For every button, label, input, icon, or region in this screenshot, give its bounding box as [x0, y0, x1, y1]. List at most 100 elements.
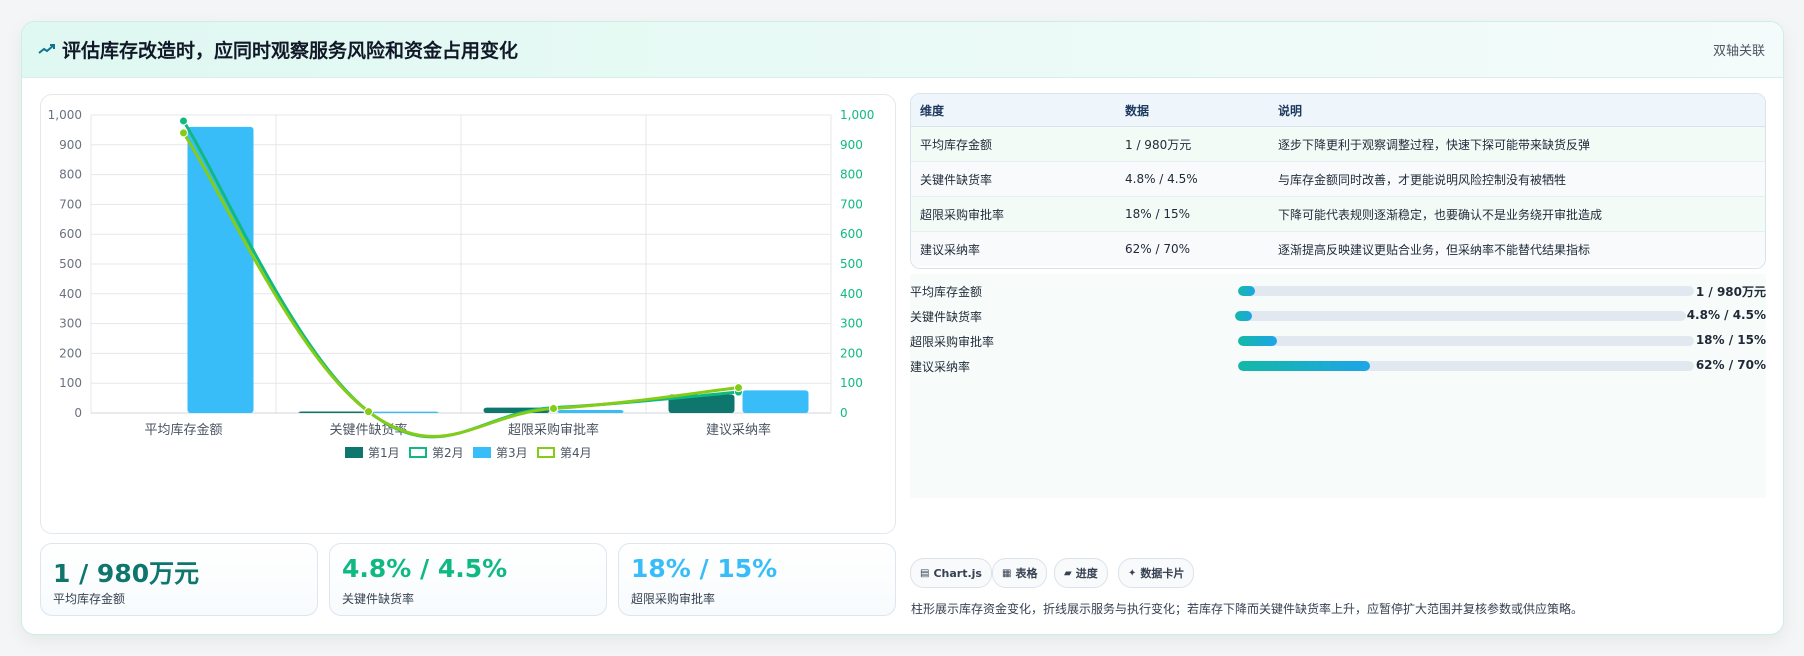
chip-label: 表格	[1015, 567, 1038, 580]
line-point	[734, 383, 743, 393]
y-left-tick-label: 0	[74, 406, 82, 420]
progress-fill	[1238, 361, 1371, 371]
kpi-label: 关键件缺货率	[342, 592, 415, 606]
legend-label: 第3月	[496, 446, 528, 460]
y-left-tick-label: 300	[59, 317, 82, 331]
chip-table[interactable]: ▦ 表格	[992, 558, 1048, 588]
progress-value: 62% / 70%	[1695, 358, 1766, 372]
table-cell: 逐渐提高反映建议更贴合业务，但采纳率不能替代结果指标	[1269, 231, 1765, 266]
bar	[187, 126, 254, 414]
y-right-tick-label: 100	[840, 376, 863, 390]
progress-row: 建议采纳率 62% / 70%	[910, 355, 1766, 377]
table-cell: 4.8% / 4.5%	[1116, 161, 1269, 197]
progress-row: 平均库存金额 1 / 980万元	[910, 280, 1766, 302]
progress-icon: ▰	[1064, 567, 1072, 579]
chip-label: 进度	[1075, 567, 1098, 580]
table-header-data: 数据	[1116, 94, 1269, 127]
progress-label: 超限采购审批率	[910, 335, 995, 349]
y-left-tick-label: 100	[59, 376, 82, 390]
y-right-tick-label: 1,000	[840, 108, 874, 122]
table-header-row: 维度 数据 说明	[911, 94, 1765, 127]
table-cell: 下降可能代表规则逐渐稳定，也要确认不是业务绕开审批造成	[1269, 196, 1765, 232]
y-right-tick-label: 900	[840, 138, 863, 152]
bar	[298, 411, 365, 413]
chip-label: 数据卡片	[1140, 567, 1185, 580]
bar	[742, 390, 809, 413]
kpi-value: 4.8% / 4.5%	[342, 554, 508, 583]
kpi-value: 1 / 980万元	[53, 559, 200, 588]
chip-label: Chart.js	[933, 566, 982, 580]
kpi-label: 超限采购审批率	[631, 592, 716, 606]
card-title: 评估库存改造时，应同时观察服务风险和资金占用变化	[62, 40, 519, 62]
table-cell: 建议采纳率	[911, 231, 1116, 266]
progress-label: 建议采纳率	[910, 360, 971, 374]
kpi-value: 18% / 15%	[631, 554, 778, 583]
kpi-card-inventory: 1 / 980万元 平均库存金额	[40, 543, 318, 616]
data-table: 维度 数据 说明 平均库存金额 1 / 980万元 逐步下降更利于观察调整过程，…	[910, 93, 1766, 269]
y-left-tick-label: 400	[59, 287, 82, 301]
progress-track	[1235, 311, 1686, 321]
y-left-tick-label: 1,000	[48, 108, 82, 122]
table-cell: 18% / 15%	[1116, 196, 1269, 232]
table-row: 建议采纳率 62% / 70% 逐渐提高反映建议更贴合业务，但采纳率不能替代结果…	[911, 231, 1765, 266]
y-right-tick-label: 500	[840, 257, 863, 271]
progress-track	[1238, 336, 1694, 346]
table-row: 平均库存金额 1 / 980万元 逐步下降更利于观察调整过程，快速下探可能带来缺…	[911, 126, 1765, 162]
table-icon: ▦	[1002, 567, 1012, 579]
progress-fill	[1235, 311, 1252, 321]
x-tick-label: 超限采购审批率	[508, 422, 599, 438]
y-right-tick-label: 300	[840, 317, 863, 331]
line-point	[549, 404, 558, 414]
progress-row: 关键件缺货率 4.8% / 4.5%	[910, 305, 1766, 327]
x-tick-label: 建议采纳率	[706, 422, 771, 438]
table-cell: 关键件缺货率	[911, 161, 1116, 197]
y-left-tick-label: 600	[59, 227, 82, 241]
chip-chartjs[interactable]: ▤ Chart.js	[910, 558, 992, 588]
y-right-tick-label: 700	[840, 197, 863, 211]
y-right-tick-label: 600	[840, 227, 863, 241]
progress-label: 平均库存金额	[910, 285, 983, 299]
bar	[372, 411, 439, 413]
dual-axis-badge: 双轴关联	[1712, 44, 1765, 59]
chart-icon: ▤	[920, 567, 930, 579]
footnote: 柱形展示库存资金变化，折线展示服务与执行变化；若库存下降而关键件缺货率上升，应暂…	[911, 602, 1584, 616]
x-tick-label: 平均库存金额	[144, 422, 222, 438]
y-right-tick-label: 0	[840, 406, 848, 420]
progress-list: 平均库存金额 1 / 980万元 关键件缺货率 4.8% / 4.5% 超限采购…	[910, 274, 1766, 498]
legend-swatch	[345, 447, 363, 458]
y-right-tick-label: 400	[840, 287, 863, 301]
chip-data-card[interactable]: ✦ 数据卡片	[1118, 558, 1195, 588]
line-point	[179, 128, 188, 138]
progress-value: 1 / 980万元	[1695, 285, 1766, 299]
bar	[557, 410, 624, 413]
legend-swatch	[473, 447, 491, 458]
progress-row: 超限采购审批率 18% / 15%	[910, 330, 1766, 352]
kpi-card-stockout: 4.8% / 4.5% 关键件缺货率	[329, 543, 607, 616]
y-left-tick-label: 800	[59, 168, 82, 182]
line-point	[364, 407, 373, 417]
table-row: 关键件缺货率 4.8% / 4.5% 与库存金额同时改善，才更能说明风险控制没有…	[911, 161, 1765, 197]
legend-label: 第2月	[432, 446, 464, 460]
y-left-tick-label: 700	[59, 197, 82, 211]
table-cell: 平均库存金额	[911, 126, 1116, 162]
y-left-tick-label: 200	[59, 346, 82, 360]
chip-progress[interactable]: ▰ 进度	[1054, 558, 1108, 588]
kpi-card-approval: 18% / 15% 超限采购审批率	[618, 543, 896, 616]
progress-track	[1238, 286, 1694, 296]
table-cell: 超限采购审批率	[911, 196, 1116, 232]
sparkle-icon: ✦	[1128, 567, 1137, 579]
table-cell: 62% / 70%	[1116, 231, 1269, 266]
progress-value: 18% / 15%	[1695, 333, 1766, 347]
kpi-label: 平均库存金额	[53, 592, 126, 606]
y-left-tick-label: 500	[59, 257, 82, 271]
table-cell: 与库存金额同时改善，才更能说明风险控制没有被牺牲	[1269, 161, 1765, 197]
dashboard-card: 评估库存改造时，应同时观察服务风险和资金占用变化 双轴关联 0 100 200 300…	[21, 21, 1784, 635]
y-right-tick-label: 200	[840, 346, 863, 360]
progress-label: 关键件缺货率	[910, 310, 983, 324]
legend-label: 第4月	[560, 446, 592, 460]
chart-canvas: 0 100 200 300 400 500 600 700 800 900 1,000 0 100 200…	[48, 108, 875, 460]
legend-label: 第1月	[368, 446, 400, 460]
legend-swatch	[409, 447, 427, 458]
table-row: 超限采购审批率 18% / 15% 下降可能代表规则逐渐稳定，也要确认不是业务绕…	[911, 196, 1765, 232]
table-cell: 1 / 980万元	[1116, 126, 1269, 162]
